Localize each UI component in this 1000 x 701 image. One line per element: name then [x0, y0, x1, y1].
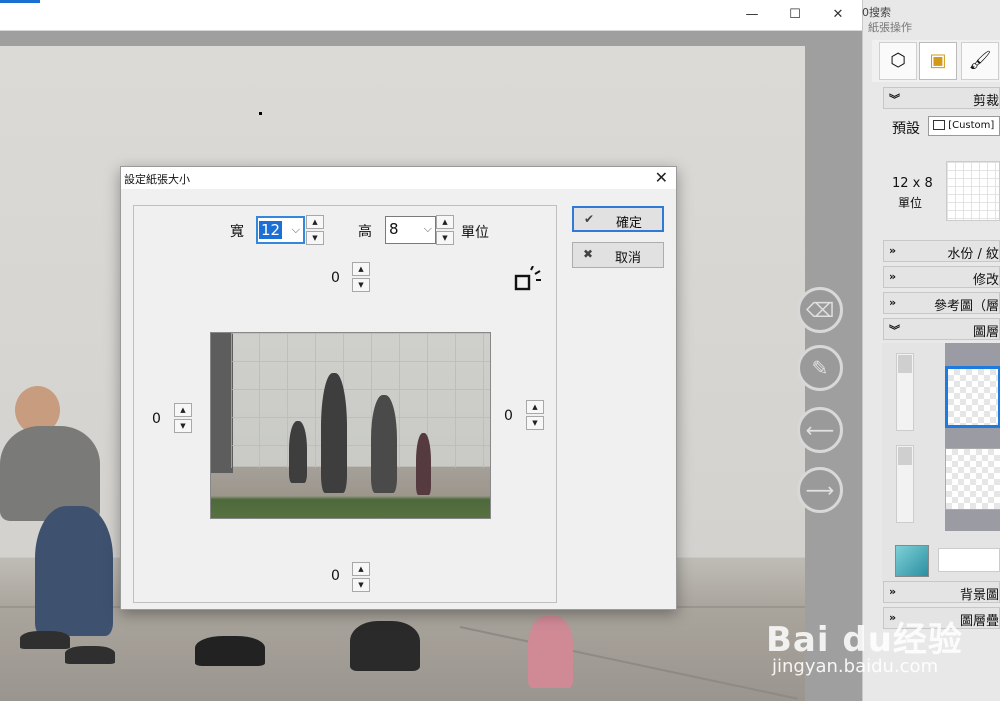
width-spinner[interactable]: ▲ ▼	[306, 215, 324, 245]
chevron-down-icon: ︾	[889, 93, 900, 106]
watermark-brand: Bai du经验	[766, 620, 963, 660]
right-margin-spinner[interactable]: ▲ ▼	[526, 400, 544, 430]
paper-grid-preview	[946, 161, 1000, 221]
x-icon: ✖	[583, 247, 594, 261]
eraser-icon: ⌫	[805, 298, 835, 322]
brush-size-bar[interactable]	[938, 548, 1000, 572]
eraser-tool-button[interactable]: ⌫	[797, 287, 843, 333]
width-label: 寬	[230, 224, 244, 240]
spin-up-icon[interactable]: ▲	[352, 262, 370, 276]
page-icon	[933, 120, 945, 130]
redo-button[interactable]: ⟶	[797, 467, 843, 513]
layer-opacity-slider[interactable]	[896, 353, 914, 431]
spin-down-icon[interactable]: ▼	[526, 416, 544, 430]
watermark-url: jingyan.baidu.com	[772, 656, 939, 677]
chevron-down-icon: ︾	[889, 324, 900, 337]
paper-icon: ⬡	[890, 50, 906, 71]
undo-button[interactable]: ⟵	[797, 407, 843, 453]
ok-button[interactable]: ✔ 確定	[572, 206, 664, 232]
chevron-down-icon: ⌵	[423, 222, 432, 235]
pen-icon: ✎	[811, 356, 829, 380]
spin-up-icon[interactable]: ▲	[526, 400, 544, 414]
chevron-right-icon: »	[889, 585, 897, 598]
height-combobox[interactable]: 8 ⌵	[385, 216, 436, 244]
paper-tab[interactable]: ⬡	[879, 42, 917, 80]
spin-down-icon[interactable]: ▼	[306, 231, 324, 245]
cancel-button[interactable]: ✖ 取消	[572, 242, 664, 268]
chevron-right-icon: »	[889, 244, 897, 257]
canvas-size-icon: ▣	[929, 50, 947, 71]
section-layers[interactable]: ︾ 圖層	[883, 318, 1000, 340]
left-margin-value: 0	[152, 411, 161, 427]
brush-icon: 🖌	[968, 50, 992, 71]
height-label: 高	[358, 224, 372, 240]
section-modify[interactable]: » 修改	[883, 266, 1000, 288]
dialog-title: 設定紙張大小	[124, 173, 190, 186]
brush-tab[interactable]: 🖌	[961, 42, 999, 80]
bottom-margin-value: 0	[331, 568, 340, 584]
spin-up-icon[interactable]: ▲	[436, 215, 454, 229]
section-reference[interactable]: » 參考圖（層	[883, 292, 1000, 314]
crop-rotate-icon[interactable]	[514, 266, 542, 292]
redo-icon: ⟶	[805, 478, 835, 502]
minimize-button[interactable]: —	[742, 7, 762, 23]
unit-label: 單位	[461, 225, 489, 241]
spin-up-icon[interactable]: ▲	[306, 215, 324, 229]
spin-up-icon[interactable]: ▲	[174, 403, 192, 417]
section-background[interactable]: » 背景圖	[883, 581, 1000, 603]
browser-tab-fragment[interactable]: 0搜索	[862, 4, 891, 20]
pen-tool-button[interactable]: ✎	[797, 345, 843, 391]
canvas-size-tab[interactable]: ▣	[919, 42, 957, 80]
layer-opacity-slider[interactable]	[896, 445, 914, 523]
brush-preview[interactable]	[895, 545, 929, 577]
window-titlebar: — ☐ ✕	[0, 0, 862, 31]
paper-preview-image	[210, 332, 491, 519]
layer-thumbnail[interactable]	[945, 448, 1000, 510]
top-margin-value: 0	[331, 270, 340, 286]
chevron-right-icon: »	[889, 296, 897, 309]
active-tab-indicator	[0, 0, 40, 3]
preset-select[interactable]: [Custom]	[928, 116, 1000, 136]
right-margin-value: 0	[504, 408, 513, 424]
undo-icon: ⟵	[805, 418, 835, 442]
dialog-titlebar: 設定紙張大小 ✕	[121, 167, 676, 189]
check-icon: ✔	[584, 212, 595, 226]
spin-up-icon[interactable]: ▲	[352, 562, 370, 576]
paper-unit-text: 單位	[898, 196, 923, 210]
maximize-button[interactable]: ☐	[785, 7, 805, 23]
spin-down-icon[interactable]: ▼	[352, 578, 370, 592]
spin-down-icon[interactable]: ▼	[436, 231, 454, 245]
panel-title: 紙張操作	[868, 21, 912, 34]
spin-down-icon[interactable]: ▼	[352, 278, 370, 292]
width-combobox[interactable]: 12 ⌵	[256, 216, 305, 244]
top-margin-spinner[interactable]: ▲ ▼	[352, 262, 370, 292]
dialog-close-button[interactable]: ✕	[655, 168, 668, 187]
chevron-right-icon: »	[889, 270, 897, 283]
paper-size-text: 12 x 8	[892, 176, 933, 191]
layer-thumbnail-selected[interactable]	[945, 366, 1000, 428]
section-crop[interactable]: ︾ 剪裁	[883, 87, 1000, 109]
height-spinner[interactable]: ▲ ▼	[436, 215, 454, 245]
spin-down-icon[interactable]: ▼	[174, 419, 192, 433]
width-value: 12	[259, 221, 283, 239]
bottom-margin-spinner[interactable]: ▲ ▼	[352, 562, 370, 592]
preset-label: 預設	[892, 121, 920, 137]
close-window-button[interactable]: ✕	[828, 7, 848, 23]
section-watermark[interactable]: » 水份 / 紋	[883, 240, 1000, 262]
chevron-down-icon: ⌵	[291, 223, 300, 236]
height-value: 8	[389, 220, 399, 238]
left-margin-spinner[interactable]: ▲ ▼	[174, 403, 192, 433]
